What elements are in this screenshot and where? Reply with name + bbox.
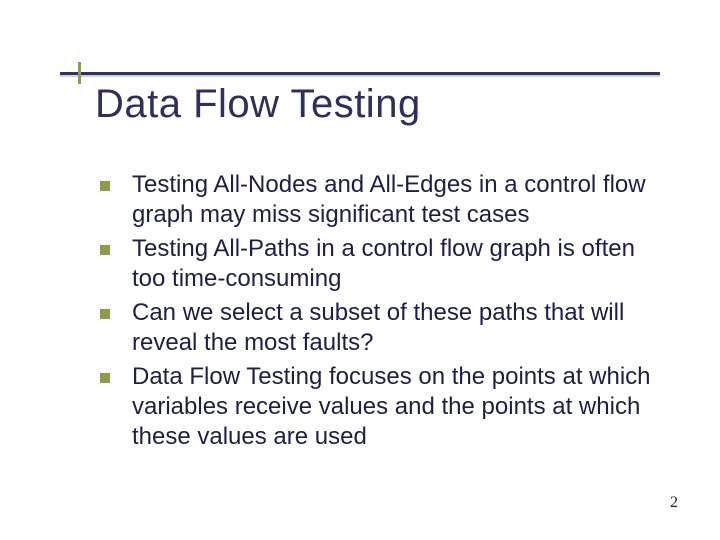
- list-item: Testing All-Nodes and All-Edges in a con…: [100, 170, 660, 230]
- title-accent-tick: [78, 62, 81, 84]
- title-underline: [60, 72, 660, 75]
- body-area: Testing All-Nodes and All-Edges in a con…: [100, 170, 660, 456]
- title-area: Data Flow Testing: [95, 82, 680, 127]
- bullet-text: Can we select a subset of these paths th…: [132, 298, 660, 358]
- bullet-text: Testing All-Nodes and All-Edges in a con…: [132, 170, 660, 230]
- square-bullet-icon: [100, 309, 110, 319]
- page-number: 2: [670, 494, 678, 512]
- list-item: Data Flow Testing focuses on the points …: [100, 362, 660, 452]
- list-item: Testing All-Paths in a control flow grap…: [100, 234, 660, 294]
- slide-title: Data Flow Testing: [95, 82, 680, 127]
- square-bullet-icon: [100, 245, 110, 255]
- square-bullet-icon: [100, 181, 110, 191]
- square-bullet-icon: [100, 373, 110, 383]
- list-item: Can we select a subset of these paths th…: [100, 298, 660, 358]
- bullet-text: Testing All-Paths in a control flow grap…: [132, 234, 660, 294]
- slide: Data Flow Testing Testing All-Nodes and …: [0, 0, 720, 540]
- bullet-text: Data Flow Testing focuses on the points …: [132, 362, 660, 452]
